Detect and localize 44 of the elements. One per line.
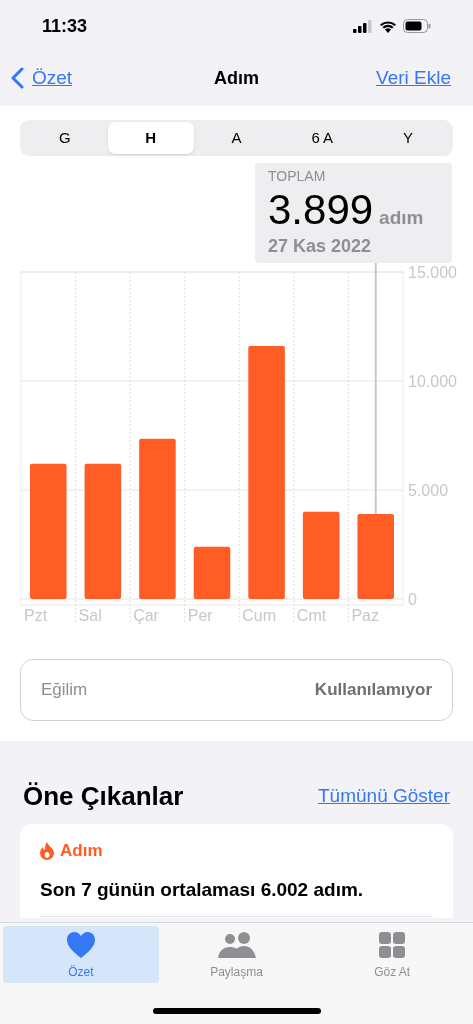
x-axis-label: Çar	[133, 607, 159, 625]
x-axis-label: Sal	[78, 607, 102, 625]
y-tick-label: 10.000	[408, 373, 457, 391]
segment-tab[interactable]: Y	[365, 122, 451, 154]
highlight-card[interactable]: Adım Son 7 günün ortalaması 6.002 adım.	[20, 824, 453, 919]
bar	[193, 546, 231, 600]
trend-label: Eğilim	[41, 679, 88, 702]
tooltip-date: 27 Kas 2022	[268, 235, 373, 259]
signal-icon	[353, 19, 373, 33]
x-axis-label: Per	[187, 607, 213, 625]
x-axis-label: Pzt	[24, 607, 48, 625]
x-axis-label: Cum	[242, 607, 277, 625]
y-tick-label: 5.000	[408, 482, 449, 500]
tooltip-unit: adım	[379, 208, 424, 229]
wifi-icon	[379, 19, 397, 33]
back-chevron-icon	[10, 67, 24, 89]
segment-tab[interactable]: A	[193, 122, 280, 154]
trend-row[interactable]: Eğilim Kullanılamıyor	[20, 659, 453, 722]
tab-bar-item[interactable]: Paylaşma	[158, 926, 315, 983]
segment-tab[interactable]: 6 A	[279, 122, 366, 154]
segment-tab[interactable]: G	[22, 122, 108, 154]
segment-tab[interactable]: H	[107, 122, 194, 154]
trend-value: Kullanılamıyor	[314, 679, 432, 702]
heart-icon	[65, 931, 96, 959]
section-title: Öne Çıkanlar	[23, 780, 184, 814]
battery-icon	[403, 19, 431, 33]
y-tick-label: 15.000	[408, 264, 457, 282]
tooltip-label: TOPLAM	[268, 167, 327, 186]
x-axis-label: Paz	[351, 607, 379, 625]
tab-bar-item[interactable]: Özet	[3, 926, 159, 983]
nav-title: Adım	[214, 66, 259, 90]
show-all-link[interactable]: Tümünü Göster	[318, 782, 450, 811]
grid-icon	[378, 931, 407, 959]
tab-bar-item[interactable]: Göz At	[314, 926, 470, 983]
add-data-link[interactable]: Veri Ekle	[376, 63, 463, 93]
card-text: Son 7 günün ortalaması 6.002 adım.	[40, 875, 433, 918]
y-tick-label: 0	[408, 591, 417, 609]
tooltip-value: 3.899	[268, 187, 374, 234]
card-category: Adım	[60, 840, 103, 863]
status-time: 11:33	[42, 14, 88, 38]
flame-icon	[40, 841, 54, 860]
people-icon	[216, 931, 257, 959]
x-axis-label: Cmt	[296, 607, 327, 625]
back-link[interactable]: Özet	[10, 63, 73, 93]
